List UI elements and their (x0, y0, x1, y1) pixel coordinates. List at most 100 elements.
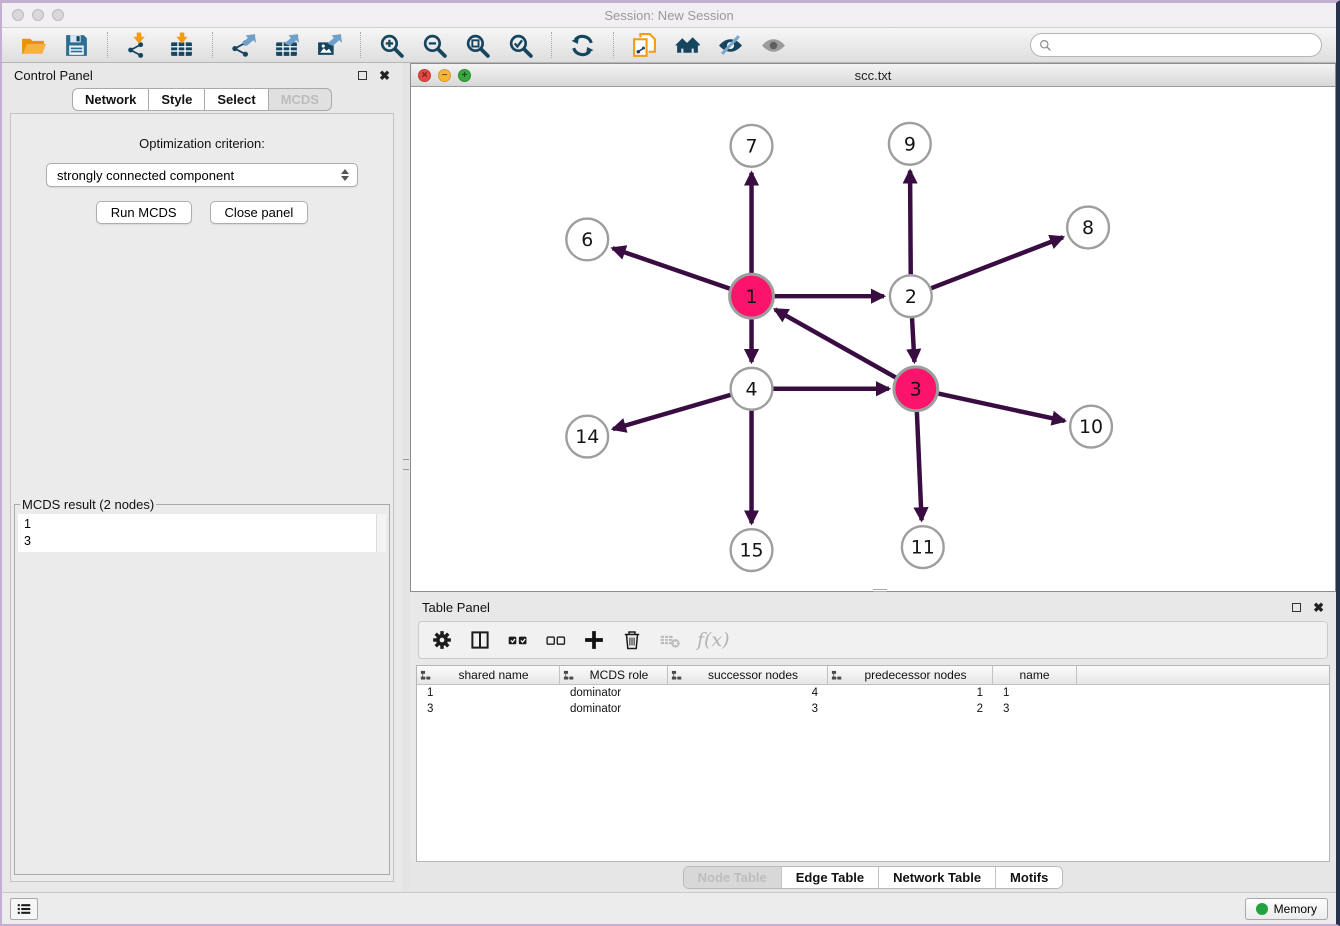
zoom-selected-icon[interactable] (507, 32, 534, 59)
node-7[interactable]: 7 (731, 125, 773, 167)
export-table-icon[interactable] (273, 32, 300, 59)
svg-text:1: 1 (746, 286, 758, 308)
save-session-icon[interactable] (63, 32, 90, 59)
gear-icon[interactable] (431, 629, 453, 651)
control-panel-tabs: NetworkStyleSelectMCDS (2, 88, 402, 111)
node-4[interactable]: 4 (731, 368, 773, 410)
optimization-criterion-select[interactable]: strongly connected component (46, 163, 358, 187)
table-panel-close-icon[interactable]: ✖ (1313, 601, 1324, 614)
node-1[interactable]: 1 (730, 274, 774, 318)
table-row[interactable]: 3dominator323 (417, 701, 1329, 717)
control-panel-float-icon[interactable] (358, 71, 367, 80)
column-type-icon (420, 670, 431, 681)
columns-icon[interactable] (469, 629, 491, 651)
node-6[interactable]: 6 (566, 219, 608, 261)
network-graph[interactable]: 7 9 6 8 1 2 4 3 14 10 15 11 (411, 87, 1335, 591)
tab-motifs[interactable]: Motifs (995, 867, 1062, 888)
result-line: 1 (24, 516, 372, 533)
tab-select[interactable]: Select (205, 88, 268, 111)
network-window: × − + scc.txt 7 9 6 8 1 2 4 3 14 10 15 11 (410, 63, 1336, 592)
column-header-successor-nodes[interactable]: successor nodes (668, 666, 828, 684)
column-type-icon (831, 670, 842, 681)
table-row[interactable]: 1dominator411 (417, 685, 1329, 701)
tab-network-table[interactable]: Network Table (878, 867, 995, 888)
table-panel: Table Panel ✖ f(x) shared nameMCDS roles… (410, 595, 1336, 892)
close-panel-button[interactable]: Close panel (210, 201, 309, 224)
zoom-fit-icon[interactable] (464, 32, 491, 59)
import-table-icon[interactable] (168, 32, 195, 59)
result-scrollbar[interactable] (376, 514, 386, 552)
app-titlebar: Session: New Session (2, 3, 1336, 28)
memory-button[interactable]: Memory (1245, 898, 1328, 920)
svg-text:11: 11 (911, 537, 935, 559)
column-header-name[interactable]: name (993, 666, 1077, 684)
open-file-icon[interactable] (20, 32, 47, 59)
node-2[interactable]: 2 (890, 275, 932, 317)
refresh-network-icon[interactable] (569, 32, 596, 59)
edge-2-8[interactable] (931, 237, 1063, 288)
edge-2-3[interactable] (912, 318, 914, 362)
column-header-predecessor-nodes[interactable]: predecessor nodes (828, 666, 993, 684)
edge-2-9[interactable] (910, 171, 911, 275)
node-11[interactable]: 11 (902, 526, 944, 568)
hide-selected-icon[interactable] (717, 32, 744, 59)
tab-mcds[interactable]: MCDS (269, 88, 332, 111)
import-network-icon[interactable] (125, 32, 152, 59)
panel-divider[interactable] (402, 63, 410, 892)
search-field[interactable] (1030, 33, 1322, 57)
edge-3-11[interactable] (917, 411, 922, 521)
select-all-icon[interactable] (507, 629, 529, 651)
column-type-icon (563, 670, 574, 681)
toolbar-separator (551, 32, 552, 58)
column-label: MCDS role (574, 668, 664, 682)
node-14[interactable]: 14 (566, 416, 608, 458)
function-builder-icon: f(x) (697, 629, 719, 651)
window-resize-grip[interactable] (873, 589, 887, 592)
task-history-button[interactable] (10, 898, 38, 920)
search-input[interactable] (1057, 38, 1313, 53)
network-snapshot-icon[interactable] (631, 32, 658, 59)
app-title: Session: New Session (2, 8, 1336, 23)
tab-network[interactable]: Network (72, 88, 149, 111)
edge-1-6[interactable] (613, 248, 731, 289)
node-15[interactable]: 15 (731, 529, 773, 571)
edge-4-14[interactable] (613, 395, 730, 429)
tab-node-table[interactable]: Node Table (684, 867, 781, 888)
mcds-panel: Optimization criterion: strongly connect… (10, 113, 394, 882)
tab-edge-table[interactable]: Edge Table (781, 867, 878, 888)
table-cell: 3 (417, 701, 560, 717)
add-row-icon[interactable] (583, 629, 605, 651)
edge-3-1[interactable] (775, 309, 897, 378)
node-3[interactable]: 3 (894, 367, 938, 411)
node-8[interactable]: 8 (1067, 207, 1109, 249)
export-network-icon[interactable] (230, 32, 257, 59)
right-column: × − + scc.txt 7 9 6 8 1 2 4 3 14 10 15 11 (410, 63, 1336, 892)
show-all-icon[interactable] (760, 32, 787, 59)
zoom-out-icon[interactable] (421, 32, 448, 59)
network-canvas[interactable]: 7 9 6 8 1 2 4 3 14 10 15 11 (411, 87, 1335, 591)
tab-style[interactable]: Style (149, 88, 205, 111)
mcds-result-text[interactable]: 13 (18, 514, 386, 552)
deselect-all-icon[interactable] (545, 629, 567, 651)
network-window-title: scc.txt (411, 68, 1335, 83)
node-10[interactable]: 10 (1070, 406, 1112, 448)
delete-row-icon[interactable] (621, 629, 643, 651)
column-header-shared-name[interactable]: shared name (417, 666, 560, 684)
zoom-in-icon[interactable] (378, 32, 405, 59)
table-header: shared name MCDS role successor nodesprede… (417, 666, 1329, 685)
home-layout-icon[interactable] (674, 32, 701, 59)
svg-text:15: 15 (739, 540, 763, 562)
control-panel: Control Panel ✖ NetworkStyleSelectMCDS O… (2, 63, 402, 892)
table-panel-float-icon[interactable] (1292, 603, 1301, 612)
edge-3-10[interactable] (937, 393, 1065, 421)
main-area: Control Panel ✖ NetworkStyleSelectMCDS O… (2, 63, 1336, 892)
control-panel-close-icon[interactable]: ✖ (379, 69, 390, 82)
export-image-icon[interactable] (316, 32, 343, 59)
network-window-titlebar: × − + scc.txt (411, 64, 1335, 87)
table-cell: 1 (993, 685, 1077, 701)
column-header-MCDS-role[interactable]: MCDS role (560, 666, 668, 684)
run-mcds-button[interactable]: Run MCDS (96, 201, 192, 224)
svg-text:4: 4 (746, 378, 758, 400)
node-9[interactable]: 9 (889, 123, 931, 165)
svg-text:2: 2 (905, 286, 917, 308)
